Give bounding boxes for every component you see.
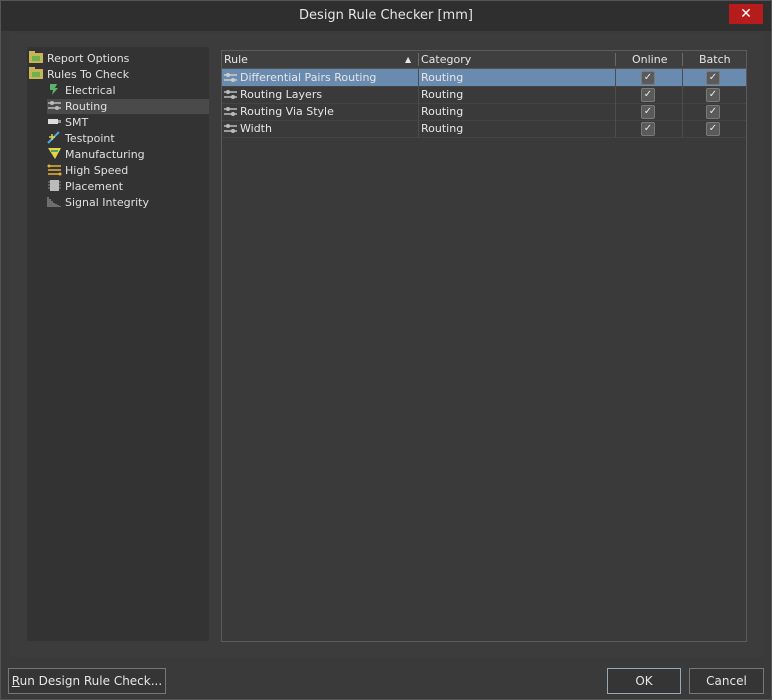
folder-icon [29, 67, 44, 80]
tree-item-routing[interactable]: Routing [47, 99, 209, 114]
rules-tree: Report Options Rules To Check Electrical… [27, 47, 209, 641]
rule-category: Routing [421, 88, 464, 101]
tree-item-label: Report Options [47, 52, 130, 65]
tree-item-label: Testpoint [65, 132, 115, 145]
folder-icon [29, 51, 44, 64]
online-checkbox[interactable]: ✓ [641, 71, 655, 85]
smt-icon [47, 115, 62, 128]
sort-ascending-icon: ▲ [405, 55, 412, 64]
column-header-category[interactable]: Category [421, 51, 471, 68]
table-row[interactable]: Width Routing ✓ ✓ [222, 120, 746, 138]
placement-icon [47, 179, 62, 192]
dialog-body: Report Options Rules To Check Electrical… [9, 33, 764, 657]
run-drc-label: un Design Rule Check... [19, 674, 163, 688]
tree-item-rules-to-check[interactable]: Rules To Check [29, 67, 129, 82]
electrical-icon [47, 83, 62, 96]
tree-item-manufacturing[interactable]: Manufacturing [47, 147, 145, 162]
rule-category: Routing [421, 105, 464, 118]
tree-item-label: Manufacturing [65, 148, 145, 161]
batch-checkbox[interactable]: ✓ [706, 122, 720, 136]
tree-item-label: High Speed [65, 164, 129, 177]
batch-checkbox[interactable]: ✓ [706, 105, 720, 119]
title-bar: Design Rule Checker [mm] ✕ [1, 1, 771, 31]
batch-checkbox[interactable]: ✓ [706, 88, 720, 102]
tree-item-label: Routing [65, 100, 108, 113]
tree-item-high-speed[interactable]: High Speed [47, 163, 128, 178]
column-header-online[interactable]: Online [632, 51, 667, 68]
high-speed-icon [47, 163, 62, 176]
grid-header: Rule ▲ Category Online Batch [222, 51, 746, 69]
tree-item-electrical[interactable]: Electrical [47, 83, 116, 98]
tree-item-label: Rules To Check [47, 68, 130, 81]
rule-name: Width [240, 122, 272, 135]
close-button[interactable]: ✕ [729, 4, 763, 24]
tree-item-label: Placement [65, 180, 124, 193]
rule-name: Routing Layers [240, 88, 323, 101]
rule-name: Routing Via Style [240, 105, 334, 118]
tree-item-label: SMT [65, 116, 89, 129]
tree-item-testpoint[interactable]: Testpoint [47, 131, 115, 146]
column-header-batch[interactable]: Batch [699, 51, 731, 68]
online-checkbox[interactable]: ✓ [641, 88, 655, 102]
testpoint-icon [47, 131, 62, 144]
online-checkbox[interactable]: ✓ [641, 122, 655, 136]
tree-item-label: Signal Integrity [65, 196, 149, 209]
ok-button[interactable]: OK [607, 668, 681, 694]
routing-icon [47, 99, 62, 112]
run-drc-accelerator: R [11, 674, 20, 688]
signal-integrity-icon [47, 195, 62, 208]
rule-category: Routing [421, 122, 464, 135]
table-row[interactable]: Differential Pairs Routing Routing ✓ ✓ [222, 69, 746, 87]
table-row[interactable]: Routing Layers Routing ✓ ✓ [222, 86, 746, 104]
online-checkbox[interactable]: ✓ [641, 105, 655, 119]
routing-icon [223, 122, 238, 140]
batch-checkbox[interactable]: ✓ [706, 71, 720, 85]
table-row[interactable]: Routing Via Style Routing ✓ ✓ [222, 103, 746, 121]
drc-dialog: Design Rule Checker [mm] ✕ Report Option… [0, 0, 772, 700]
rules-grid: Rule ▲ Category Online Batch Differentia… [221, 50, 747, 642]
window-title: Design Rule Checker [mm] [299, 8, 473, 23]
tree-item-label: Electrical [65, 84, 116, 97]
tree-item-smt[interactable]: SMT [47, 115, 88, 130]
run-drc-button[interactable]: Run Design Rule Check... [8, 668, 166, 694]
rule-name: Differential Pairs Routing [240, 71, 377, 84]
tree-item-signal-integrity[interactable]: Signal Integrity [47, 195, 149, 210]
column-header-rule[interactable]: Rule [224, 51, 248, 68]
tree-item-report-options[interactable]: Report Options [29, 51, 129, 66]
rule-category: Routing [421, 71, 464, 84]
manufacturing-icon [47, 147, 62, 160]
cancel-button[interactable]: Cancel [689, 668, 764, 694]
tree-item-placement[interactable]: Placement [47, 179, 123, 194]
